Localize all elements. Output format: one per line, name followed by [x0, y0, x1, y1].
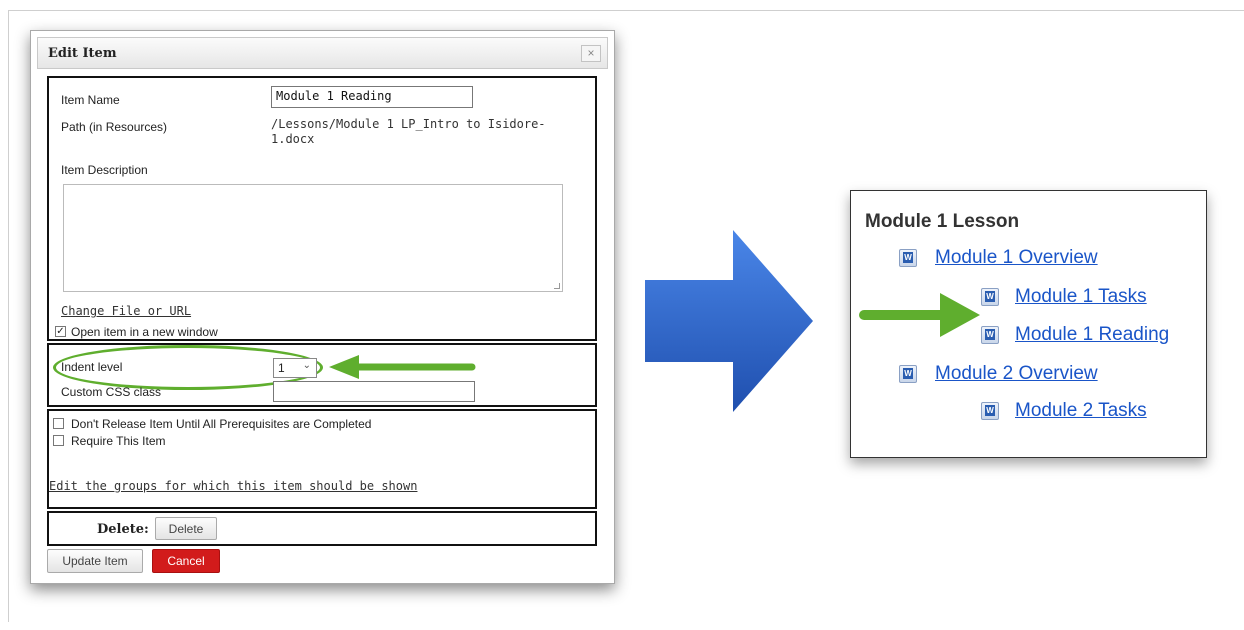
lesson-item-link[interactable]: Module 1 Reading	[1015, 324, 1169, 346]
indent-level-select[interactable]: 1 ⌄	[273, 358, 317, 378]
big-blue-arrow	[645, 230, 813, 412]
close-icon[interactable]: ×	[581, 45, 601, 62]
path-value-line1: /Lessons/Module 1 LP_Intro to Isidore-	[271, 117, 546, 131]
lesson-title: Module 1 Lesson	[865, 211, 1020, 232]
word-document-icon: W	[899, 249, 917, 267]
lesson-item-link[interactable]: Module 1 Tasks	[1015, 286, 1147, 308]
indent-level-label: Indent level	[61, 360, 123, 374]
css-class-label: Custom CSS class	[61, 385, 162, 399]
edit-groups-link[interactable]: Edit the groups for which this item shou…	[49, 479, 417, 493]
item-details-section: Item Name Module 1 Reading Path (in Reso…	[47, 76, 597, 341]
green-arrow-large	[859, 293, 980, 337]
resize-grip-icon[interactable]	[554, 283, 560, 289]
word-document-icon: W	[981, 402, 999, 420]
prerequisites-label: Don't Release Item Until All Prerequisit…	[71, 417, 372, 431]
dialog-titlebar: Edit Item ×	[37, 37, 608, 69]
dialog-title: Edit Item	[48, 46, 117, 61]
indent-level-value: 1	[278, 361, 285, 375]
open-new-window-label: Open item in a new window	[71, 325, 218, 339]
path-value-line2: 1.docx	[271, 132, 315, 146]
item-name-input[interactable]: Module 1 Reading	[271, 86, 473, 108]
description-label: Item Description	[61, 163, 148, 177]
chevron-down-icon: ⌄	[302, 360, 311, 371]
word-document-icon: W	[899, 365, 917, 383]
delete-section: Delete: Delete	[47, 511, 597, 546]
lesson-item-link[interactable]: Module 1 Overview	[935, 247, 1098, 269]
item-name-label: Item Name	[61, 93, 120, 107]
prerequisites-checkbox[interactable]	[53, 418, 64, 429]
require-item-checkbox[interactable]	[53, 435, 64, 446]
update-item-button[interactable]: Update Item	[47, 549, 143, 573]
description-textarea[interactable]	[63, 184, 563, 292]
cancel-button[interactable]: Cancel	[152, 549, 220, 573]
release-section: Don't Release Item Until All Prerequisit…	[47, 409, 597, 509]
lesson-item-link[interactable]: Module 2 Overview	[935, 363, 1098, 385]
path-label: Path (in Resources)	[61, 120, 168, 134]
change-file-link[interactable]: Change File or URL	[61, 304, 191, 318]
indent-section: Indent level 1 ⌄ Custom CSS class	[47, 343, 597, 407]
edit-item-dialog: Edit Item × Item Name Module 1 Reading P…	[30, 30, 615, 584]
require-item-label: Require This Item	[71, 434, 166, 448]
open-new-window-checkbox[interactable]: ✓	[55, 326, 66, 337]
delete-button[interactable]: Delete	[155, 517, 217, 540]
lesson-item-link[interactable]: Module 2 Tasks	[1015, 400, 1147, 422]
css-class-input[interactable]	[273, 381, 475, 402]
green-arrow-small	[329, 355, 476, 379]
delete-label: Delete:	[97, 522, 149, 537]
